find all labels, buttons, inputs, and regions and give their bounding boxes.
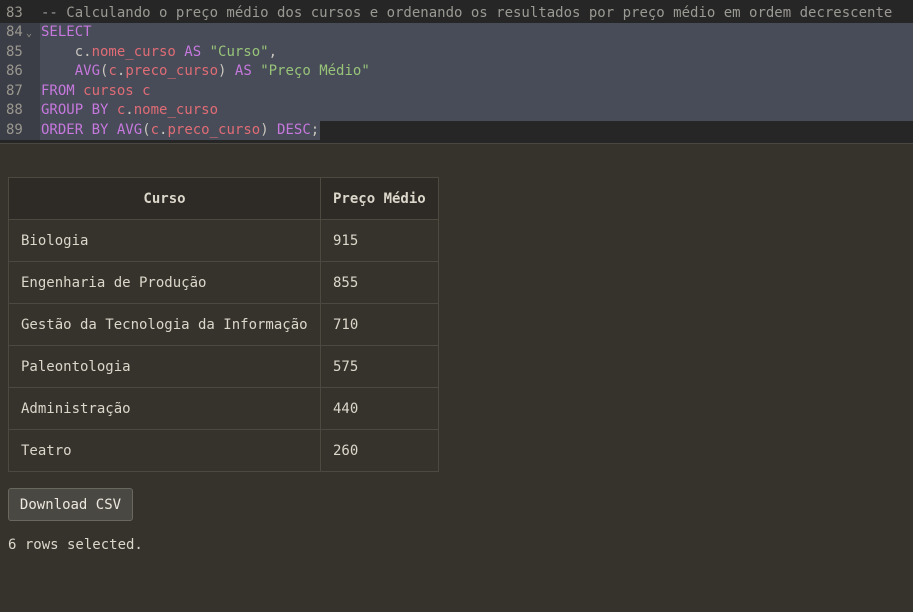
code-text: GROUP BY c.nome_curso	[41, 101, 218, 121]
line-number: 87	[6, 82, 23, 99]
line-gutter: 85	[0, 42, 40, 62]
code-token-kw: ORDER BY AVG	[41, 121, 143, 138]
code-token-str: "Preço Médio"	[260, 63, 370, 79]
selection-highlight	[40, 81, 913, 101]
line-number: 86	[6, 63, 23, 79]
cell-preco-medio: 440	[320, 387, 439, 430]
code-text: ORDER BY AVG(c.preco_curso) DESC;	[41, 121, 319, 141]
code-token-kw: AS	[175, 43, 210, 60]
status-text: 6 rows selected.	[8, 537, 143, 553]
line-number: 89	[6, 121, 23, 138]
table-row: Gestão da Tecnologia da Informação 710	[8, 303, 439, 346]
line-number: 83	[6, 4, 23, 21]
code-token-id: cursos c	[83, 82, 151, 99]
code-line[interactable]: 89 ORDER BY AVG(c.preco_curso) DESC;	[0, 120, 913, 141]
cell-preco-medio: 855	[320, 261, 439, 304]
line-gutter: 87	[0, 81, 40, 101]
line-gutter: 83	[0, 4, 40, 24]
table-header-row: Curso Preço Médio	[8, 177, 439, 220]
code-token-id: preco_curso	[125, 63, 219, 79]
line-number: 84	[6, 24, 23, 40]
line-gutter: 89	[0, 120, 40, 140]
code-line[interactable]: 85 c.nome_curso AS "Curso",	[0, 42, 913, 63]
download-csv-button[interactable]: Download CSV	[8, 488, 133, 521]
code-token-id: nome_curso	[91, 43, 176, 60]
cell-preco-medio: 915	[320, 219, 439, 262]
code-token-kw: SELECT	[41, 24, 92, 40]
code-token-plain: )	[260, 121, 278, 138]
table-row: Paleontologia 575	[8, 345, 439, 388]
selection-highlight	[40, 23, 913, 43]
table-row: Administração 440	[8, 387, 439, 430]
code-line[interactable]: 84 ⌄ SELECT	[0, 23, 913, 43]
column-header-preco-medio[interactable]: Preço Médio	[320, 177, 439, 220]
cell-preco-medio: 575	[320, 345, 439, 388]
cell-curso: Administração	[8, 387, 321, 430]
code-token-plain: )	[218, 63, 235, 79]
code-token-kw: DESC	[277, 121, 311, 138]
cell-curso: Paleontologia	[8, 345, 321, 388]
cell-curso: Biologia	[8, 219, 321, 262]
code-text: AVG(c.preco_curso) AS "Preço Médio"	[41, 62, 370, 82]
sql-editor[interactable]: 83 -- Calculando o preço médio dos cursos…	[0, 0, 913, 144]
code-line[interactable]: 87 FROM cursos c	[0, 81, 913, 102]
code-token-str: "Curso"	[209, 43, 269, 60]
cell-curso: Gestão da Tecnologia da Informação	[8, 303, 321, 346]
table-row: Biologia 915	[8, 219, 439, 262]
code-token-plain: .	[125, 102, 134, 118]
results-table: Curso Preço Médio Biologia 915 Engenhari…	[8, 177, 439, 472]
code-token-kw: GROUP BY	[41, 102, 117, 118]
code-text: -- Calculando o preço médio dos cursos e…	[41, 4, 892, 24]
code-token-plain: c.	[41, 43, 92, 60]
line-gutter: 86	[0, 62, 40, 82]
line-gutter: 84 ⌄	[0, 23, 40, 43]
line-number: 85	[6, 43, 23, 60]
code-token-id: c	[150, 121, 160, 138]
code-line[interactable]: 86 AVG(c.preco_curso) AS "Preço Médio"	[0, 62, 913, 82]
code-line[interactable]: 83 -- Calculando o preço médio dos cursos…	[0, 4, 913, 24]
code-line[interactable]: 88 GROUP BY c.nome_curso	[0, 101, 913, 121]
cell-curso: Engenharia de Produção	[8, 261, 321, 304]
cell-preco-medio: 710	[320, 303, 439, 346]
code-token-plain: (	[142, 121, 151, 138]
code-token-kw: AVG	[41, 63, 101, 79]
column-header-curso[interactable]: Curso	[8, 177, 321, 220]
cell-curso: Teatro	[8, 429, 321, 472]
fold-chevron-icon[interactable]: ⌄	[26, 24, 32, 44]
cell-preco-medio: 260	[320, 429, 439, 472]
line-gutter: 88	[0, 101, 40, 121]
code-text: SELECT	[41, 23, 92, 43]
code-token-kw: AS	[234, 63, 261, 79]
code-token-plain: ;	[310, 121, 320, 138]
table-row: Engenharia de Produção 855	[8, 261, 439, 304]
code-token-comment: -- Calculando o preço médio dos cursos e…	[41, 4, 893, 21]
code-token-plain: ,	[268, 43, 278, 60]
code-text: FROM cursos c	[41, 82, 151, 102]
code-text: c.nome_curso AS "Curso",	[41, 43, 277, 63]
code-token-kw: FROM	[41, 82, 84, 99]
code-token-id: preco_curso	[167, 121, 261, 138]
code-token-id: nome_curso	[133, 102, 219, 118]
table-row: Teatro 260	[8, 429, 439, 472]
line-number: 88	[6, 102, 23, 118]
code-token-id: c	[108, 63, 117, 79]
